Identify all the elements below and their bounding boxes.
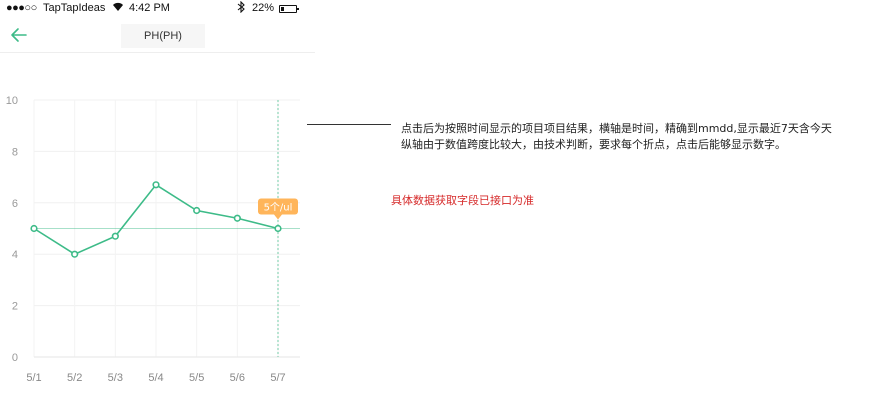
y-tick-label: 6 (12, 198, 18, 210)
x-tick-label: 5/5 (189, 372, 204, 384)
data-point[interactable] (152, 181, 160, 189)
x-tick-label: 5/3 (108, 372, 123, 384)
battery-percent: 22% (252, 2, 275, 14)
bluetooth-icon (237, 0, 245, 16)
back-arrow-icon (11, 28, 27, 42)
annotation-line (307, 124, 391, 125)
annotation-note-red: 具体数据获取字段已接口为准 (391, 194, 534, 207)
y-tick-label: 4 (12, 249, 18, 261)
data-point[interactable] (193, 206, 201, 215)
annotation-note-1: 点击后为按照时间显示的项目项目结果，横轴是时间，精确到mmdd,显示最近7天含今… (401, 122, 832, 135)
x-tick-label: 5/1 (26, 372, 41, 384)
phone-screen: ●●●○○ TapTapIdeas 4:42 PM 22% PH(PH) 10 8… (0, 0, 315, 404)
data-point[interactable] (71, 250, 79, 258)
x-tick-label: 5/4 (148, 372, 163, 384)
y-tick-label: 8 (12, 146, 18, 158)
data-point[interactable] (233, 214, 241, 222)
signal-strength: ●●●○○ (6, 2, 37, 14)
x-tick-label: 5/6 (230, 372, 245, 384)
data-point[interactable] (111, 232, 119, 240)
chart-area: 10 8 6 4 2 0 5/1 5/2 5/3 5/4 5/5 5/6 5/7 5个/ul (0, 88, 315, 388)
status-bar: ●●●○○ TapTapIdeas 4:42 PM 22% (0, 0, 315, 18)
tooltip-label: 5个/ul (264, 202, 293, 214)
battery-level (281, 7, 284, 11)
battery-icon (279, 5, 299, 13)
status-time: 4:42 PM (129, 2, 170, 14)
x-tick-label: 5/2 (67, 372, 82, 384)
page-title: PH(PH) (121, 24, 205, 48)
line-chart: 10 8 6 4 2 0 5/1 5/2 5/3 5/4 5/5 5/6 5/7 5个/ul (6, 95, 300, 384)
wifi-icon (112, 1, 124, 15)
back-button[interactable] (8, 24, 30, 46)
y-tick-label: 0 (12, 352, 18, 364)
nav-bar: PH(PH) (0, 18, 315, 53)
data-point[interactable] (30, 224, 38, 233)
y-tick-label: 2 (12, 301, 18, 313)
x-tick-label: 5/7 (270, 372, 285, 384)
annotation-note-2: 纵轴由于数值跨度比较大，由技术判断，要求每个折点，点击后能够显示数字。 (401, 138, 786, 151)
carrier-name: TapTapIdeas (43, 2, 106, 14)
data-point[interactable] (274, 224, 282, 233)
battery-tip (297, 8, 299, 10)
y-tick-label: 10 (6, 95, 18, 107)
